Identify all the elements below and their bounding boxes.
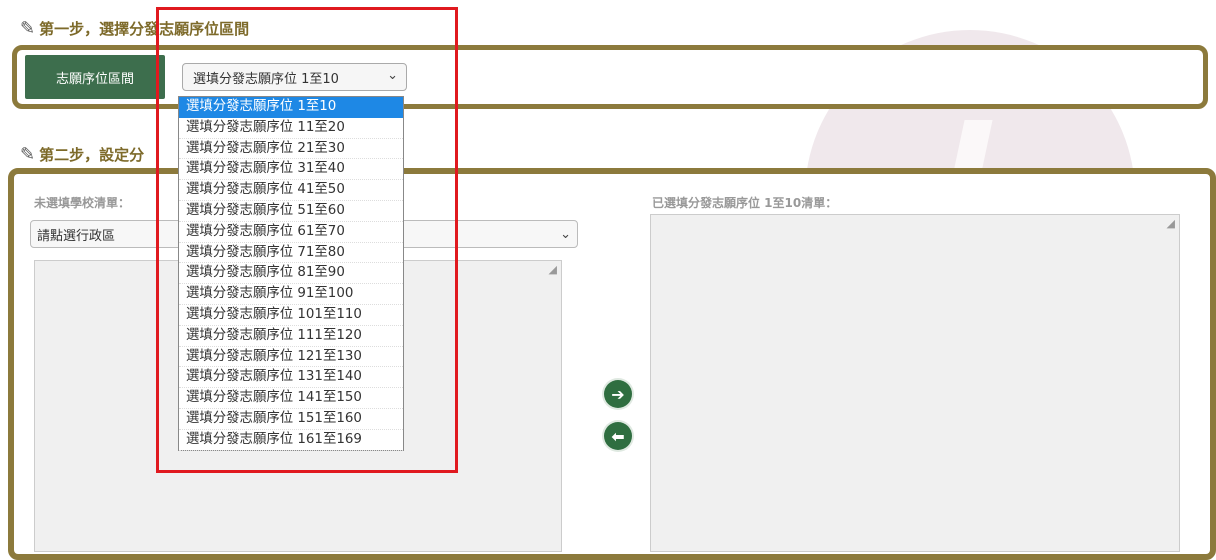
chevron-down-icon: ⌄ (560, 227, 571, 242)
resize-handle-icon[interactable]: ◢ (549, 263, 557, 276)
unselected-list-label: 未選填學校清單： (34, 196, 131, 210)
step2-title-text: 第二步，設定分 (39, 146, 145, 164)
remove-from-selected-button[interactable]: ⬅ (604, 422, 632, 450)
pencil-icon: ✎ (20, 18, 36, 39)
selected-schools-list[interactable]: ◢ (650, 214, 1180, 552)
add-to-selected-button[interactable]: ➔ (604, 380, 632, 408)
range-label: 志願序位區間 (25, 55, 165, 99)
resize-handle-icon[interactable]: ◢ (1167, 217, 1175, 230)
selected-list-label: 已選填分發志願序位 1至10清單： (652, 196, 838, 210)
arrow-right-icon: ➔ (611, 384, 625, 404)
arrow-left-icon: ⬅ (611, 426, 625, 446)
district-select-value: 請點選行政區 (37, 228, 116, 244)
pencil-icon: ✎ (20, 144, 36, 165)
step2-title: ✎ 第二步，設定分 (20, 144, 144, 165)
highlight-box (156, 7, 458, 473)
